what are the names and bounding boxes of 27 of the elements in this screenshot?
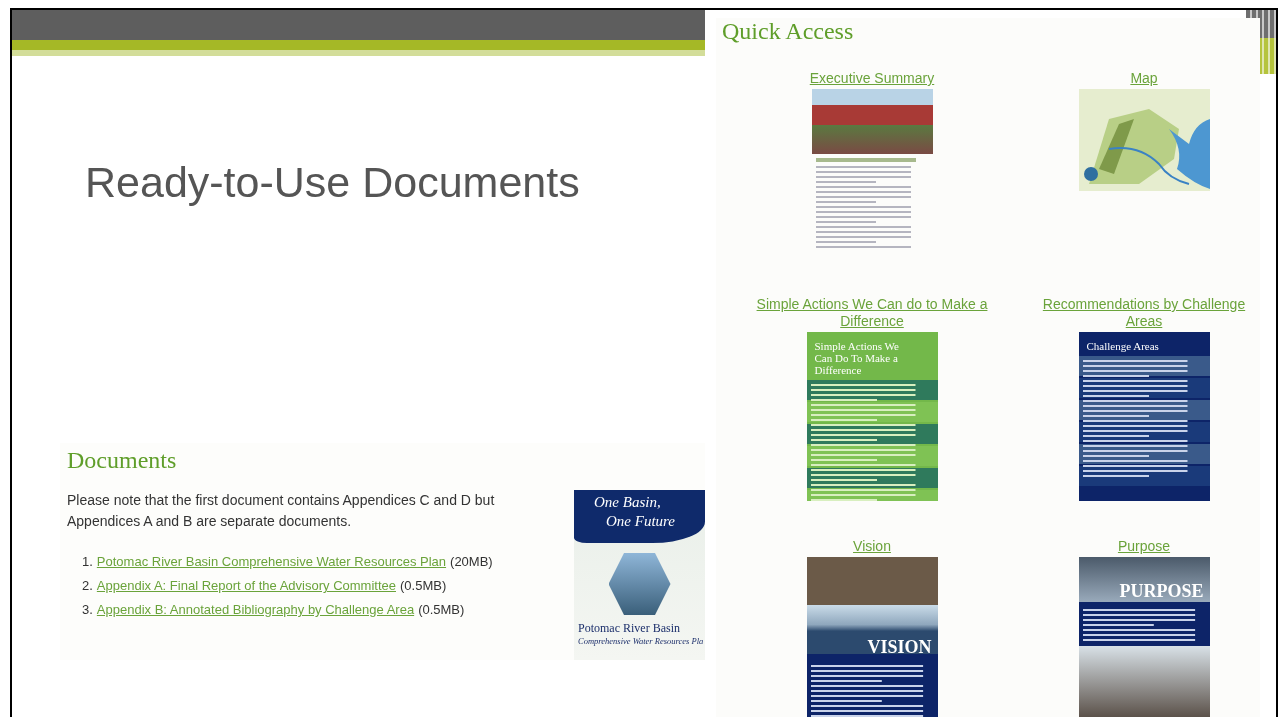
- cover-title: Potomac River Basin: [577, 621, 681, 636]
- slide-title: Ready-to-Use Documents: [85, 157, 580, 208]
- note-text: Please note that the first document contains Appendices C and D but Appendices A and B are separate documents.: [67, 491, 496, 531]
- quick-link[interactable]: Purpose: [1117, 538, 1171, 555]
- file-size: (0.5MB): [418, 602, 465, 617]
- cover-tagline: One Future: [605, 512, 676, 531]
- cover-title: PURPOSE: [1119, 581, 1204, 601]
- document-link[interactable]: Potomac River Basin Comprehensive Water Resources Plan: [96, 554, 447, 569]
- file-size: (0.5MB): [400, 578, 447, 593]
- document-link[interactable]: Appendix A: Final Report of the Advisory Committee: [96, 578, 396, 593]
- section-heading: Quick Access: [722, 18, 855, 44]
- quick-link[interactable]: Map: [1130, 70, 1158, 87]
- cover-tagline: One Basin,: [594, 493, 662, 512]
- list-number: 1.: [82, 554, 93, 569]
- quick-link[interactable]: Simple Actions We Can do to Make a Difference: [752, 296, 992, 330]
- cover-subtitle: Comprehensive Water Resources Pla: [577, 636, 705, 646]
- poster-title: Challenge Areas: [1085, 339, 1160, 354]
- quick-link[interactable]: Executive Summary: [809, 70, 935, 87]
- document-link[interactable]: Appendix B: Annotated Bibliography by Challenge Area: [96, 602, 415, 617]
- cover-title: VISION: [867, 637, 932, 657]
- poster-title: Simple Actions We Can Do To Make a Difference: [813, 339, 900, 378]
- quick-link[interactable]: Vision: [853, 538, 891, 555]
- list-number: 3.: [82, 602, 93, 617]
- file-size: (20MB): [450, 554, 493, 569]
- list-number: 2.: [82, 578, 93, 593]
- quick-link[interactable]: Recommendations by Challenge Areas: [1028, 296, 1260, 330]
- section-heading: Documents: [67, 447, 178, 474]
